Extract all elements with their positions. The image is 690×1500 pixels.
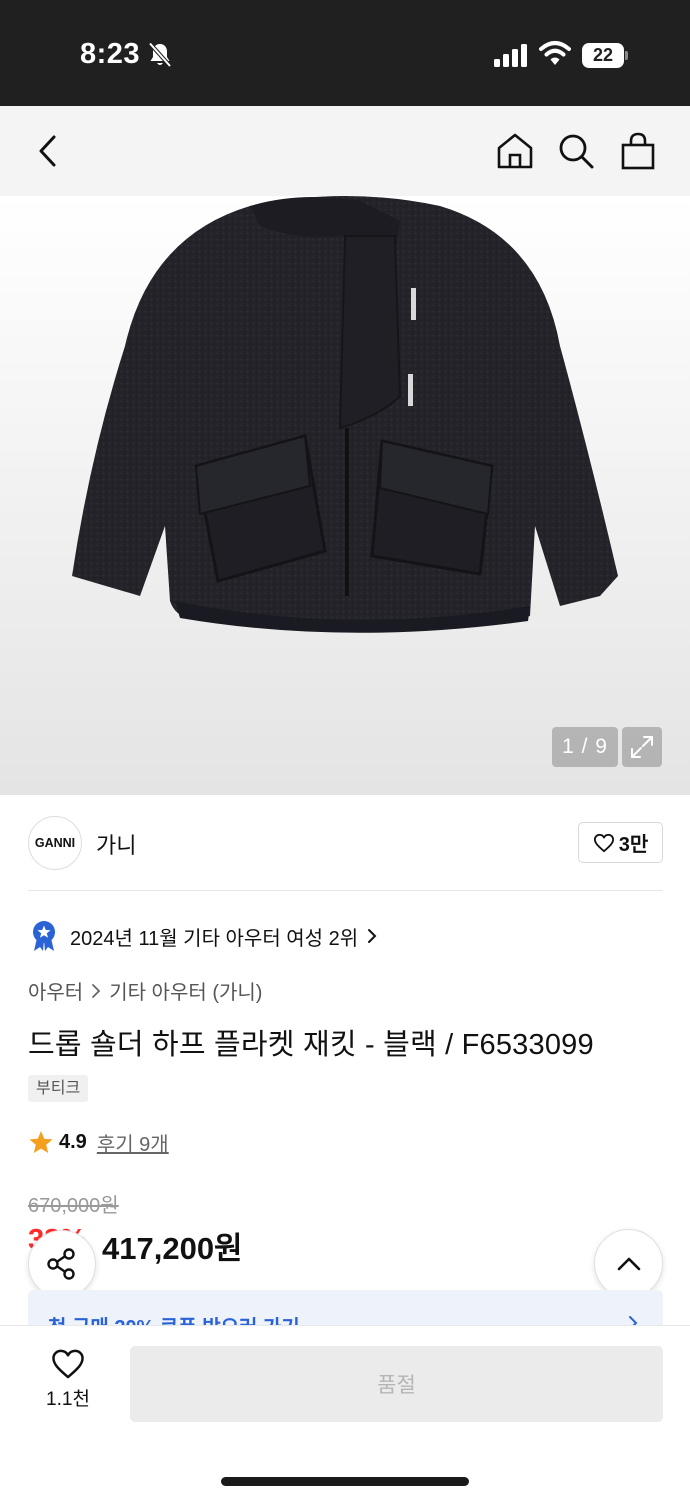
breadcrumb: 아우터 기타 아우터 (가니) <box>28 976 262 1005</box>
status-time: 8:23 <box>80 38 141 70</box>
ranking-text: 2024년 11월 기타 아우터 여성 2위 <box>70 927 359 950</box>
jacket-photo <box>72 196 618 633</box>
brand-like-count: 3만 <box>618 834 649 856</box>
ranking-badge-icon <box>33 921 55 951</box>
wishlist-button[interactable]: 1.1천 <box>40 1348 96 1418</box>
bell-slash-icon <box>148 42 172 73</box>
boutique-tag: 부티크 <box>28 1075 89 1102</box>
breadcrumb-subcategory[interactable]: 기타 아우터 (가니) <box>109 976 262 1005</box>
battery-icon: 22 <box>582 43 628 68</box>
heart-icon <box>593 833 614 852</box>
review-link[interactable]: 후기 9개 <box>97 1128 169 1157</box>
cart-button[interactable] <box>615 128 661 174</box>
home-icon <box>497 133 533 169</box>
breadcrumb-category[interactable]: 아우터 <box>28 976 83 1005</box>
rating-value: 4.9 <box>59 1131 87 1153</box>
image-counter: 1 / 9 <box>552 727 618 767</box>
wishlist-count: 1.1천 <box>46 1389 90 1410</box>
chevron-up-icon <box>617 1257 640 1270</box>
wifi-icon <box>539 40 571 71</box>
brand-logo[interactable]: GANNI <box>28 816 82 870</box>
home-button[interactable] <box>492 128 538 174</box>
product-title: 드롭 숄더 하프 플라켓 재킷 - 블랙 / F6533099 <box>28 1029 594 1061</box>
chevron-right-icon <box>91 983 101 999</box>
share-icon <box>47 1248 75 1280</box>
sold-out-button[interactable]: 품절 <box>130 1346 663 1422</box>
share-button[interactable] <box>28 1230 96 1298</box>
back-arrow-icon <box>39 135 56 167</box>
rating-row: 4.9 후기 9개 <box>28 1128 169 1157</box>
coupon-banner[interactable]: 첫 구매 20% 쿠폰 받으러 가기 <box>28 1290 663 1326</box>
divider <box>28 890 663 891</box>
scroll-to-top-button[interactable] <box>594 1229 663 1298</box>
sale-price: 417,200원 <box>102 1231 243 1266</box>
cellular-signal-icon <box>494 44 530 72</box>
top-navigation <box>0 106 690 196</box>
chevron-right-icon <box>368 929 377 943</box>
heart-icon <box>52 1349 84 1379</box>
expand-image-button[interactable] <box>622 727 662 767</box>
original-price: 670,000원 <box>28 1195 119 1217</box>
back-button[interactable] <box>25 128 71 174</box>
ranking-link[interactable]: 2024년 11월 기타 아우터 여성 2위 <box>30 918 378 954</box>
bottom-action-bar: 1.1천 품절 <box>0 1325 690 1500</box>
brand-like-button[interactable]: 3만 <box>578 822 663 863</box>
product-image[interactable] <box>0 196 690 795</box>
status-bar: 8:23 22 <box>0 0 690 106</box>
expand-icon <box>631 736 653 758</box>
brand-name[interactable]: 가니 <box>96 828 136 860</box>
shopping-bag-icon <box>621 132 655 170</box>
star-icon <box>29 1131 53 1153</box>
coupon-text: 첫 구매 20% 쿠폰 받으러 가기 <box>48 1311 300 1326</box>
search-button[interactable] <box>553 128 599 174</box>
search-icon <box>559 134 594 169</box>
battery-level: 22 <box>582 43 624 68</box>
home-indicator <box>221 1477 469 1486</box>
